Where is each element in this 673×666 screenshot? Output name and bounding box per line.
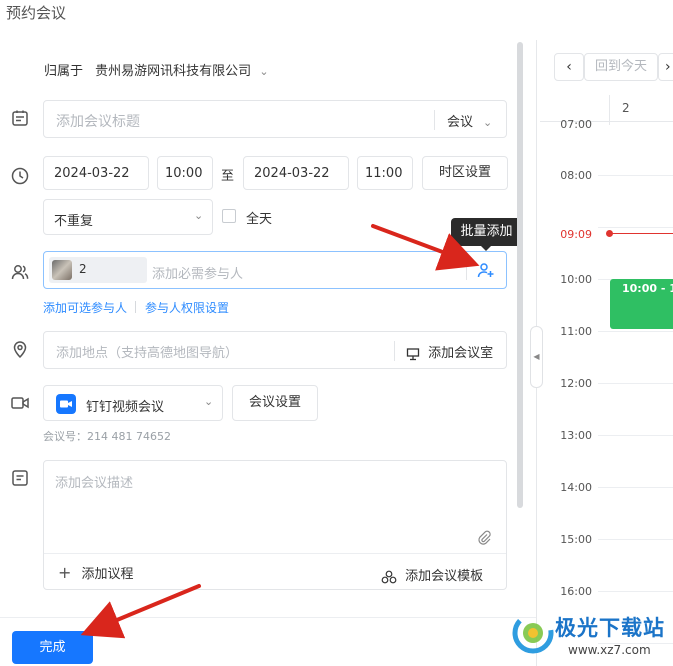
meeting-id: 会议号：214 481 74652 bbox=[43, 430, 171, 443]
next-day-button[interactable]: › bbox=[658, 53, 673, 81]
window-title: 预约会议 bbox=[6, 4, 67, 22]
template-icon bbox=[381, 570, 397, 584]
current-time-line bbox=[610, 233, 673, 234]
calendar-event[interactable]: 10:00 - 11 bbox=[610, 279, 673, 329]
attendee-chip[interactable]: 2 bbox=[49, 257, 147, 283]
time-separator: 至 bbox=[221, 169, 235, 184]
attendees-input[interactable]: 2 添加必需参与人 bbox=[43, 251, 507, 289]
watermark-name: 极光下载站 bbox=[555, 616, 665, 640]
done-button[interactable]: 完成 bbox=[12, 631, 93, 664]
description-placeholder: 添加会议描述 bbox=[55, 476, 134, 491]
attachment-icon[interactable] bbox=[476, 529, 492, 545]
plus-icon: + bbox=[58, 563, 72, 582]
meeting-room-icon bbox=[406, 347, 420, 361]
chevron-left-icon: ‹ bbox=[566, 59, 572, 75]
start-time-value: 10:00 bbox=[165, 166, 203, 181]
meeting-title-placeholder: 添加会议标题 bbox=[56, 114, 140, 130]
location-pin-icon bbox=[10, 339, 30, 359]
watermark-url: www.xz7.com bbox=[568, 643, 651, 657]
batch-add-tooltip: 批量添加 bbox=[451, 218, 522, 246]
video-provider-label: 钉钉视频会议 bbox=[86, 400, 165, 415]
add-agenda-label: 添加议程 bbox=[81, 567, 134, 582]
hour-label: 07:00 bbox=[560, 118, 592, 131]
meeting-title-input[interactable]: 添加会议标题 会议 ⌄ bbox=[43, 100, 507, 138]
end-time-value: 11:00 bbox=[365, 166, 403, 181]
people-icon bbox=[10, 262, 30, 282]
add-meeting-template-button[interactable]: 添加会议模板 bbox=[381, 565, 483, 584]
hour-label: 14:00 bbox=[560, 481, 592, 494]
start-date-value: 2024-03-22 bbox=[54, 166, 130, 181]
hour-label: 10:00 bbox=[560, 273, 592, 286]
location-placeholder: 添加地点（支持高德地图导航） bbox=[56, 346, 239, 361]
start-date-input[interactable]: 2024-03-22 bbox=[43, 156, 149, 190]
hour-label: 08:00 bbox=[560, 169, 592, 182]
add-meeting-template-label: 添加会议模板 bbox=[405, 569, 484, 584]
add-meeting-room-button[interactable]: 添加会议室 bbox=[406, 342, 493, 361]
chevron-right-icon: › bbox=[665, 59, 671, 75]
start-time-input[interactable]: 10:00 bbox=[157, 156, 213, 190]
hour-label: 12:00 bbox=[560, 377, 592, 390]
add-meeting-room-label: 添加会议室 bbox=[428, 346, 494, 361]
location-input[interactable]: 添加地点（支持高德地图导航） 添加会议室 bbox=[43, 331, 507, 369]
add-agenda-button[interactable]: + 添加议程 bbox=[58, 563, 134, 582]
meeting-settings-button[interactable]: 会议设置 bbox=[232, 385, 318, 421]
description-editor[interactable]: 添加会议描述 + 添加议程 添加会议模板 bbox=[43, 460, 507, 590]
day-column-header: 2 bbox=[622, 101, 630, 115]
end-time-input[interactable]: 11:00 bbox=[357, 156, 413, 190]
hour-label: 13:00 bbox=[560, 429, 592, 442]
add-optional-attendees-link[interactable]: 添加可选参与人 bbox=[43, 299, 127, 316]
repeat-select[interactable]: 不重复 ⌄ bbox=[43, 199, 213, 235]
hour-label: 16:00 bbox=[560, 585, 592, 598]
owner-row[interactable]: 归属于 贵州易游网讯科技有限公司 ⌄ bbox=[44, 60, 269, 79]
video-provider-select[interactable]: 钉钉视频会议 ⌄ bbox=[43, 385, 223, 421]
clock-icon bbox=[10, 166, 30, 186]
chevron-down-icon: ⌄ bbox=[259, 65, 269, 78]
annotation-arrow-done bbox=[80, 584, 201, 639]
hour-label: 15:00 bbox=[560, 533, 592, 546]
back-to-today-button[interactable]: 回到今天 bbox=[584, 53, 658, 81]
current-time-label: 09:09 bbox=[560, 228, 592, 241]
dingtalk-video-icon bbox=[56, 394, 76, 414]
chevron-down-icon: ⌄ bbox=[194, 209, 204, 222]
all-day-label: 全天 bbox=[246, 212, 273, 227]
watermark-logo bbox=[511, 611, 555, 655]
repeat-value: 不重复 bbox=[54, 214, 94, 229]
chevron-down-icon: ⌄ bbox=[483, 116, 493, 129]
chevron-down-icon: ⌄ bbox=[204, 395, 214, 408]
attendees-placeholder: 添加必需参与人 bbox=[152, 267, 244, 282]
all-day-checkbox[interactable] bbox=[222, 209, 236, 223]
description-icon bbox=[10, 468, 30, 488]
timezone-settings-button[interactable]: 时区设置 bbox=[422, 156, 508, 190]
video-camera-icon bbox=[10, 393, 30, 413]
attendee-permission-link[interactable]: 参与人权限设置 bbox=[145, 299, 229, 316]
meeting-type-select[interactable]: 会议 ⌄ bbox=[447, 111, 492, 130]
hour-label: 11:00 bbox=[560, 325, 592, 338]
end-date-input[interactable]: 2024-03-22 bbox=[243, 156, 349, 190]
calendar-icon bbox=[10, 108, 30, 128]
owner-company: 贵州易游网讯科技有限公司 bbox=[95, 64, 252, 79]
attendee-chip-label: 2 bbox=[79, 262, 87, 276]
event-time-label: 10:00 - 11 bbox=[622, 282, 673, 295]
meeting-type-label: 会议 bbox=[447, 115, 474, 130]
previous-day-button[interactable]: ‹ bbox=[554, 53, 584, 81]
end-date-value: 2024-03-22 bbox=[254, 166, 330, 181]
batch-add-icon[interactable] bbox=[477, 261, 495, 279]
tooltip-arrow bbox=[480, 245, 492, 251]
owner-prefix: 归属于 bbox=[44, 64, 84, 79]
avatar bbox=[52, 260, 72, 280]
form-scrollbar[interactable] bbox=[517, 42, 523, 508]
